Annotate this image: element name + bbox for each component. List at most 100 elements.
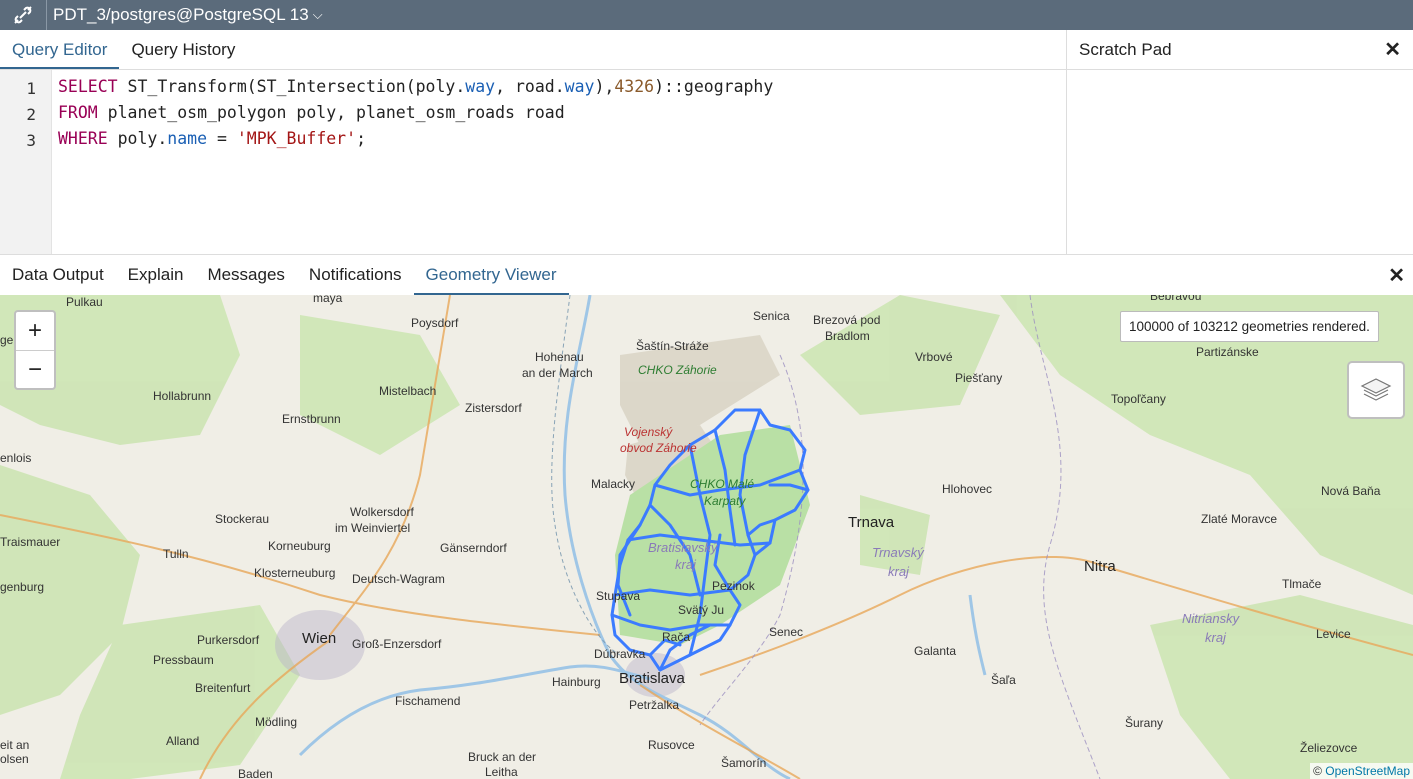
chevron-down-icon[interactable]: ⌵ (313, 7, 323, 23)
map-label: Bebravou (1150, 295, 1202, 303)
map-label: Korneuburg (268, 539, 331, 553)
map-label: Bratislava (619, 670, 685, 687)
map-label: Tulln (163, 547, 189, 561)
code-line: FROM planet_osm_polygon poly, planet_osm… (58, 103, 565, 122)
map-label: Vrbové (915, 350, 953, 364)
map-label: Trnava (848, 514, 895, 531)
map-label: Alland (166, 734, 200, 748)
map-label: Šurany (1125, 716, 1164, 730)
map-label: Rusovce (648, 738, 695, 752)
map-label: Fischamend (395, 694, 461, 708)
map-label: Vojenský (624, 425, 673, 439)
map-label: Želiezovce (1300, 741, 1358, 755)
map-label: Piešťany (955, 371, 1003, 385)
map-label: Partizánske (1196, 345, 1259, 359)
map-label: Wien (302, 630, 337, 647)
map-label: Nitriansky (1182, 611, 1240, 626)
map-label: Galanta (914, 644, 957, 658)
map-label: genburg (0, 580, 45, 594)
close-icon[interactable]: ✕ (1384, 37, 1401, 62)
sql-editor[interactable]: 1 2 3 SELECT ST_Transform(ST_Intersectio… (0, 70, 1066, 254)
scratch-pad-panel: Scratch Pad ✕ (1067, 30, 1413, 254)
tab-geometry-viewer[interactable]: Geometry Viewer (413, 265, 569, 295)
map-label: Karpaty (704, 494, 746, 508)
map-label: Stupava (596, 589, 641, 603)
code-line: WHERE poly.name = 'MPK_Buffer'; (58, 129, 366, 148)
scratch-pad-textarea[interactable] (1067, 70, 1413, 254)
map-label: eit an (0, 738, 30, 752)
map-label: Pulkau (66, 295, 103, 309)
map-label: Gänserndorf (440, 541, 507, 555)
map-label: Purkersdorf (197, 633, 260, 647)
map-label: Hlohovec (942, 482, 993, 496)
map-label: Breitenfurt (195, 681, 251, 695)
map-label: Nová Baňa (1321, 484, 1381, 498)
query-editor-panel: Query Editor Query History 1 2 3 SELECT … (0, 30, 1067, 254)
close-icon[interactable]: ✕ (1388, 263, 1405, 288)
tab-notifications[interactable]: Notifications (297, 265, 414, 295)
map-label: Tlmače (1282, 577, 1322, 591)
map-label: Pezinok (712, 579, 755, 593)
map-label: kraj (1205, 630, 1226, 645)
map-label: Rača (662, 630, 691, 644)
map-label: Petržalka (629, 698, 680, 712)
scratch-pad-title: Scratch Pad (1079, 39, 1172, 59)
zoom-in-button[interactable]: + (16, 312, 54, 350)
map-label: Stockerau (215, 512, 270, 526)
tab-explain[interactable]: Explain (116, 265, 196, 295)
map-label: Hollabrunn (153, 389, 212, 403)
map-label: an der March (522, 366, 593, 380)
map-label: Topoľčany (1111, 392, 1166, 406)
map-label: Deutsch-Wagram (352, 572, 445, 586)
map-label: Klosterneuburg (254, 566, 336, 580)
map-label: Bratislavský (648, 540, 718, 555)
map-label: Mistelbach (379, 384, 437, 398)
map-label: kraj (675, 557, 696, 572)
layers-icon (1360, 378, 1392, 401)
map-label: Šaľa (991, 673, 1016, 687)
code-line: SELECT ST_Transform(ST_Intersection(poly… (58, 77, 774, 96)
map-label: Zlaté Moravce (1201, 512, 1278, 526)
map-label: Hohenau (535, 350, 584, 364)
map-label: Senec (769, 625, 804, 639)
map-label: maya (313, 295, 343, 305)
map-label: CHKO Záhorie (638, 363, 717, 377)
map-label: Nitra (1084, 558, 1116, 575)
map-label: Trnavský (872, 545, 924, 560)
map-label: im Weinviertel (335, 521, 411, 535)
results-tabs: Data Output Explain Messages Notificatio… (0, 254, 1413, 296)
openstreetmap-link[interactable]: OpenStreetMap (1325, 764, 1410, 778)
map-label: Zistersdorf (465, 401, 522, 415)
map-label: Poysdorf (411, 316, 459, 330)
connection-bar: PDT_3/postgres@PostgreSQL 13 ⌵ (0, 0, 1413, 30)
line-number: 1 (26, 79, 36, 98)
tab-messages[interactable]: Messages (195, 265, 296, 295)
map-label: Hainburg (552, 675, 601, 689)
connection-title[interactable]: PDT_3/postgres@PostgreSQL 13 (53, 5, 309, 25)
map-label: Wolkersdorf (350, 505, 414, 519)
tab-data-output[interactable]: Data Output (0, 265, 116, 295)
map-label: Groß-Enzersdorf (352, 637, 442, 651)
geometry-map[interactable]: Pulkau maya Poysdorf Senica Brezová pod … (0, 295, 1413, 779)
editor-tabs: Query Editor Query History (0, 30, 1066, 70)
line-gutter: 1 2 3 (0, 70, 52, 254)
map-label: Dúbravka (594, 647, 646, 661)
map-label: kraj (888, 564, 909, 579)
tab-query-history[interactable]: Query History (119, 40, 247, 69)
map-label: Svätý Ju (678, 603, 725, 617)
map-attribution: © OpenStreetMap (1310, 763, 1413, 779)
connection-link-icon[interactable] (0, 0, 47, 30)
map-label: Šaštín-Stráže (636, 339, 709, 353)
map-label: Bruck an der (468, 750, 537, 764)
geometry-count-info: 100000 of 103212 geometries rendered. (1120, 311, 1379, 342)
layers-button[interactable] (1347, 361, 1405, 419)
tab-query-editor[interactable]: Query Editor (0, 40, 120, 69)
line-number: 2 (26, 105, 36, 124)
map-label: Pressbaum (153, 653, 214, 667)
map-label: obvod Záhorie (620, 441, 697, 455)
map-label: Levice (1316, 627, 1351, 641)
map-label: Šamorín (721, 756, 767, 770)
map-label: Leitha (485, 765, 518, 779)
zoom-out-button[interactable]: − (16, 350, 54, 389)
map-label: Senica (753, 309, 790, 323)
